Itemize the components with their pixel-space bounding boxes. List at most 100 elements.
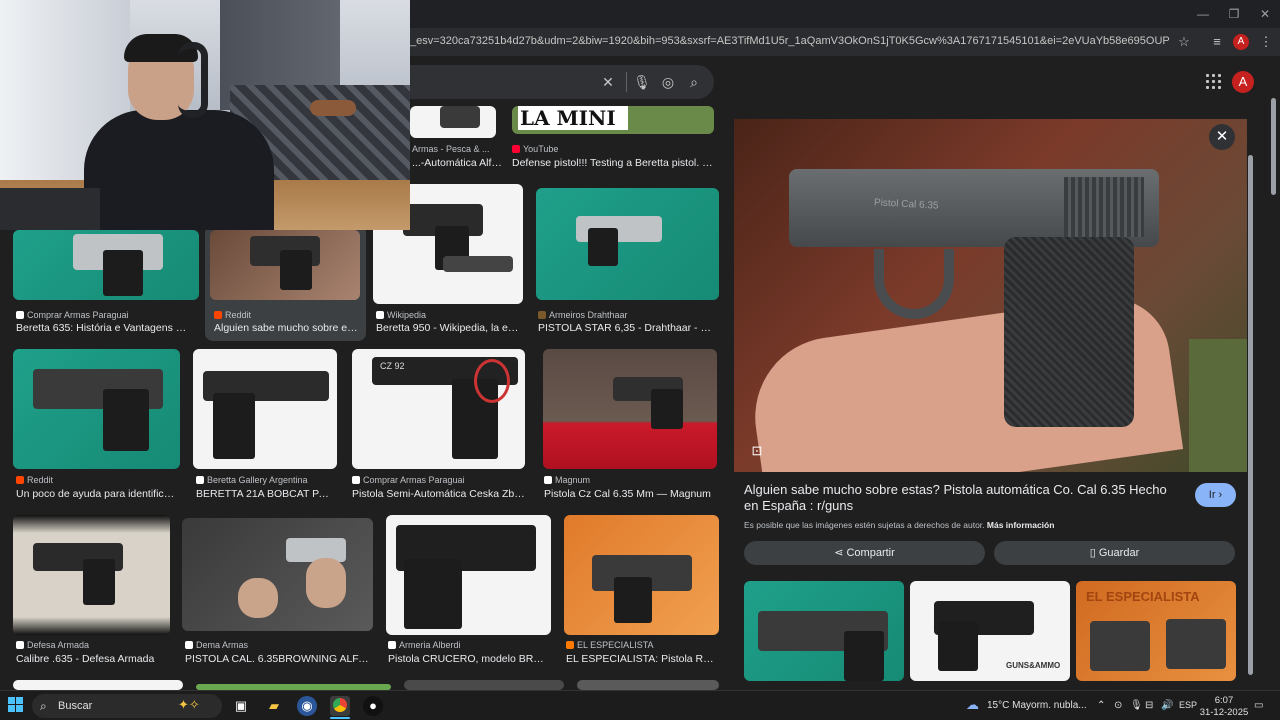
site-favicon [196,476,204,484]
menu-kebab-icon[interactable]: ⋮ [1256,32,1276,52]
voice-search-icon[interactable]: 🎙 [633,73,651,91]
image-result[interactable]: LA MINI [512,106,714,134]
page-scrollbar-thumb[interactable] [1271,98,1276,195]
panel-scrollbar[interactable] [1248,155,1253,675]
share-icon: ⋖ [834,547,844,559]
result-source: Armeiros Drahthaar [538,310,718,320]
result-title[interactable]: PISTOLA STAR 6,35 - Drahthaar - Com... [538,322,718,334]
person-shirt [84,110,274,230]
result-title[interactable]: Alguien sabe mucho sobre est... [214,322,359,334]
clear-search-icon[interactable]: ✕ [599,73,617,91]
restore-icon[interactable]: ❐ [1219,4,1249,24]
chair [0,188,100,230]
share-button[interactable]: ⋖ Compartir [744,541,985,565]
bookmark-icon: ▯ [1089,547,1096,559]
notification-icon[interactable]: ▭ [1254,700,1263,711]
image-result[interactable] [182,518,373,631]
youtube-icon [512,145,520,153]
result-source: Beretta Gallery Argentina [196,475,336,485]
search-divider [626,72,627,92]
preview-image[interactable]: Pistol Cal 6.35 [734,119,1247,472]
result-source: Armas - Pesca & ... [412,144,490,154]
image-result[interactable] [564,515,719,635]
clock-date[interactable]: 31-12-2025 [1198,707,1250,718]
result-title[interactable]: Pistola Semi-Automática Ceska Zbroj... [352,488,527,500]
image-result[interactable] [404,680,564,690]
taskbar-search-label: Buscar [58,700,93,712]
browser-profile-avatar[interactable]: A [1233,34,1249,50]
result-title[interactable]: Pistola CRUCERO, modelo BROW... [388,653,550,665]
result-source: Defesa Armada [16,640,171,650]
microphone-icon[interactable]: 🎙 [1130,700,1143,711]
obs-icon[interactable]: ● [363,696,383,716]
chrome-icon[interactable] [330,696,350,716]
result-title[interactable]: PISTOLA CAL. 6.35BROWNING ALFA P... [185,653,370,665]
related-image[interactable]: EL ESPECIALISTA [1076,581,1236,681]
clock-time[interactable]: 6:07 [1204,695,1244,706]
thumb-text-la-mini: LA MINI [520,106,616,130]
task-view-icon[interactable]: ▣ [231,696,251,716]
volume-icon[interactable]: 🔊 [1161,700,1173,711]
visit-button[interactable]: Ir › [1195,483,1236,507]
account-avatar[interactable]: A [1232,71,1254,93]
result-title[interactable]: Un poco de ayuda para identificar ... [16,488,178,500]
preview-title[interactable]: Alguien sabe mucho sobre estas? Pistola … [744,482,1184,514]
image-result[interactable] [536,188,719,300]
google-apps-icon[interactable] [1206,74,1222,90]
network-icon[interactable]: ⊟ [1145,700,1153,711]
image-result[interactable] [410,106,496,138]
result-title[interactable]: Calibre .635 - Defesa Armada [16,653,171,665]
copyright-notice: Es posible que las imágenes estén sujeta… [744,520,1055,530]
sleeve-shape [1189,339,1247,472]
close-window-icon[interactable]: ✕ [1250,4,1280,24]
result-title[interactable]: BERETTA 21A BOBCAT PAV... [196,488,331,500]
bookmark-star-icon[interactable]: ☆ [1174,32,1194,52]
lens-search-icon[interactable]: ⊡ [746,440,768,462]
lens-search-icon[interactable]: ◎ [659,73,677,91]
weather-icon: ☁ [966,697,979,712]
windows-start-icon[interactable] [8,697,24,713]
image-result[interactable] [210,230,360,300]
image-result[interactable] [386,515,551,635]
image-result[interactable]: CZ 92 [352,349,525,469]
result-title[interactable]: EL ESPECIALISTA: Pistola RUB... [566,653,721,665]
result-title[interactable]: Beretta 635: História e Vantagens de s..… [16,322,191,334]
image-result[interactable] [193,349,337,469]
bed-item [310,100,356,116]
weather-text[interactable]: 15°C Mayorm. nubla... [987,700,1087,711]
tray-overflow-icon[interactable]: ⌃ [1097,700,1105,711]
image-result[interactable] [577,680,719,690]
result-source: Reddit [214,310,364,320]
save-button[interactable]: ▯ Guardar [994,541,1235,565]
result-source: Comprar Armas Paraguai [352,475,527,485]
image-result[interactable] [13,230,199,300]
url-text[interactable]: _esv=320ca73251b4d27b&udm=2&biw=1920&bih… [410,35,1170,47]
result-title[interactable]: Defense pistol!!! Testing a Beretta pist… [512,157,717,169]
slide-serrations [1064,177,1144,237]
result-source: YouTube [512,144,712,154]
close-preview-button[interactable]: ✕ [1209,124,1235,150]
file-explorer-icon[interactable]: ▰ [264,696,284,716]
minimize-icon[interactable]: — [1188,4,1218,24]
image-result[interactable] [13,515,170,635]
webcam-overlay [0,0,410,230]
result-title[interactable]: Beretta 950 - Wikipedia, la enci... [376,322,521,334]
tab-search-icon[interactable]: ≡ [1207,32,1227,52]
language-indicator[interactable]: ESP [1179,700,1197,710]
result-source: Magnum [544,475,719,485]
more-info-link[interactable]: Más información [987,520,1055,530]
search-icon[interactable]: ⌕ [685,73,703,91]
tray-app-icon[interactable]: ⊙ [1114,700,1122,711]
site-favicon [185,641,193,649]
site-favicon [16,311,24,319]
site-favicon [388,641,396,649]
related-image[interactable]: GUNS&AMMO [910,581,1070,681]
discord-icon[interactable]: ◉ [297,696,317,716]
result-source: Wikipedia [376,310,526,320]
image-result[interactable] [543,349,717,469]
related-image[interactable] [744,581,904,681]
result-title[interactable]: ...-Automática Alfa... [412,157,502,169]
result-title[interactable]: Pistola Cz Cal 6.35 Mm — Magnum [544,488,719,500]
image-result[interactable] [13,349,180,469]
image-result[interactable] [13,680,183,690]
